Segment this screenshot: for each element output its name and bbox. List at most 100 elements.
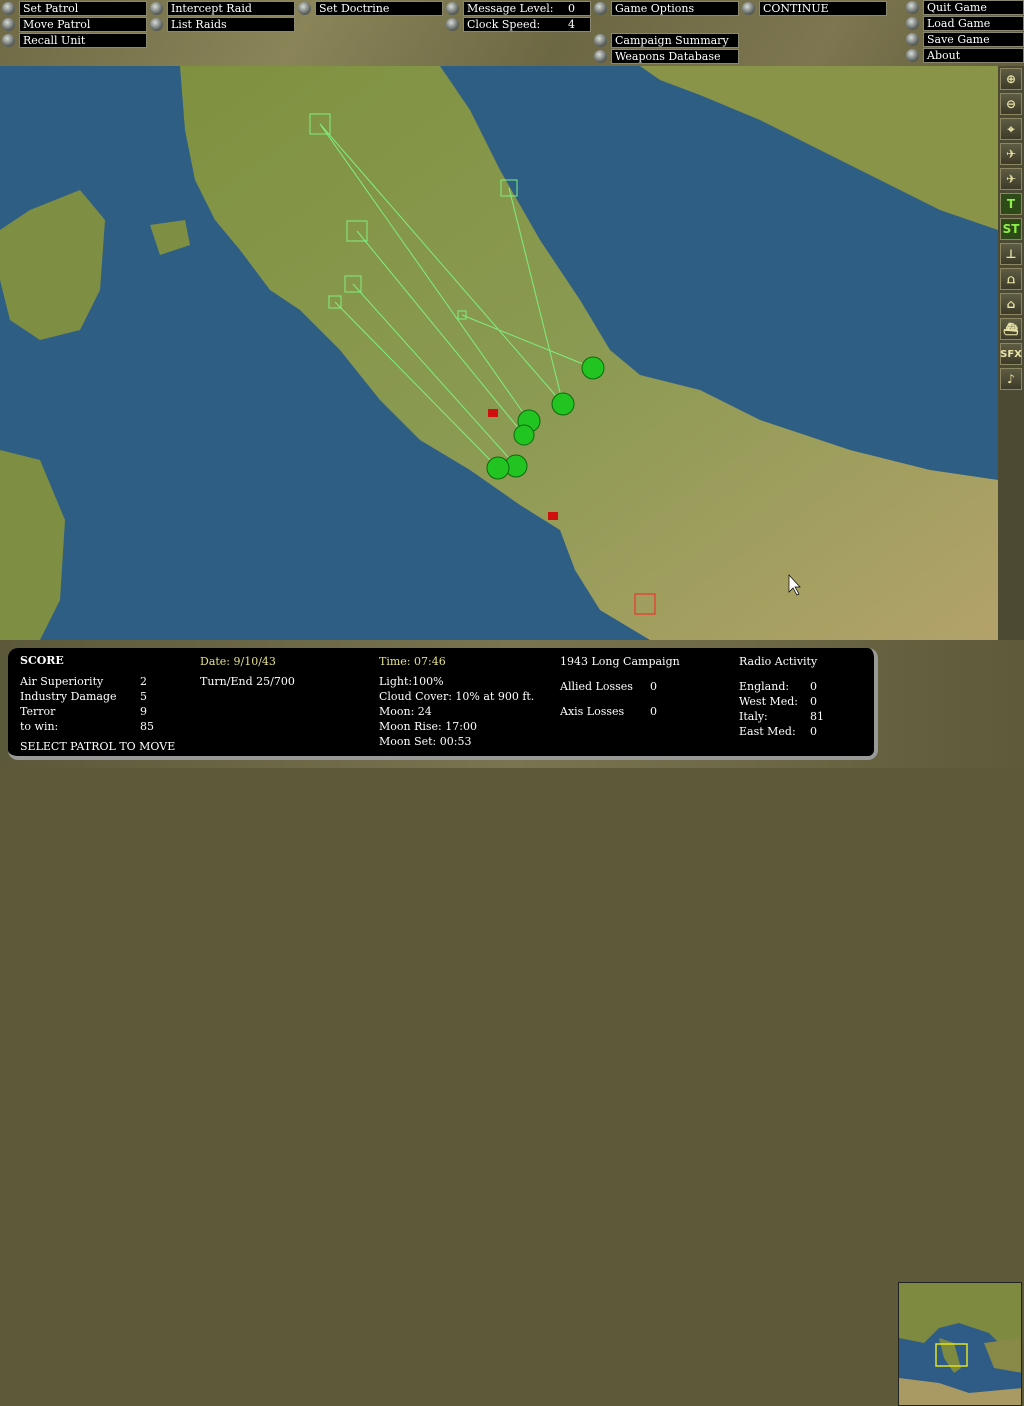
score-label: to win: — [20, 720, 59, 733]
music-icon[interactable]: ♪ — [1000, 368, 1022, 390]
button-knob-icon — [906, 1, 919, 14]
button-knob-icon — [298, 2, 311, 15]
ships-icon[interactable]: ⛴ — [1000, 318, 1022, 340]
load-game-button[interactable]: Load Game — [906, 16, 1024, 31]
radio-value: 0 — [810, 725, 817, 738]
zoom-in-icon[interactable]: ⊕ — [1000, 68, 1022, 90]
button-knob-icon — [2, 2, 15, 15]
flak-icon[interactable]: T — [1000, 193, 1022, 215]
info-panel: SCORE Air Superiority 2 Industry Damage … — [8, 648, 878, 760]
weapons-database-button[interactable]: Weapons Database — [594, 49, 739, 64]
game-options-button[interactable]: Game Options — [594, 1, 739, 16]
set-doctrine-label: Set Doctrine — [315, 1, 443, 16]
allied-losses-value: 0 — [650, 680, 657, 693]
st-toggle[interactable]: ST — [1000, 218, 1022, 240]
campaign-summary-label: Campaign Summary — [611, 33, 739, 48]
map-toolbar: ⊕ ⊖ ⌖ ✈ ✈ T ST ⊥ ⩍ ⌂ ⛴ SFX ♪ — [998, 66, 1024, 640]
turn-text: Turn/End 25/700 — [200, 675, 295, 688]
allied-losses-label: Allied Losses — [560, 680, 633, 693]
button-knob-icon — [906, 33, 919, 46]
score-value: 9 — [140, 705, 147, 718]
quit-game-label: Quit Game — [923, 0, 1024, 15]
time-text: Time: 07:46 — [379, 655, 446, 668]
intercept-raid-button[interactable]: Intercept Raid — [150, 1, 295, 16]
save-game-button[interactable]: Save Game — [906, 32, 1024, 47]
radio-activity-title: Radio Activity — [739, 655, 818, 668]
target-marker — [488, 409, 498, 417]
map-canvas — [0, 66, 998, 640]
moon-set-text: Moon Set: 00:53 — [379, 735, 472, 748]
button-knob-icon — [742, 2, 755, 15]
axis-losses-label: Axis Losses — [560, 705, 625, 718]
allied-aircraft-icon[interactable]: ✈ — [1000, 143, 1022, 165]
cloud-cover-text: Cloud Cover: 10% at 900 ft. — [379, 690, 535, 703]
clock-speed-button[interactable]: Clock Speed: 4 — [446, 17, 591, 32]
intercept-raid-label: Intercept Raid — [167, 1, 295, 16]
set-doctrine-button[interactable]: Set Doctrine — [298, 1, 443, 16]
radio-label: England: — [739, 680, 790, 693]
searchlight-icon[interactable]: ⩍ — [1000, 268, 1022, 290]
clock-speed-text: Clock Speed: — [467, 18, 541, 31]
theater-map[interactable] — [0, 66, 998, 640]
message-level-text: Message Level: — [467, 2, 554, 15]
list-raids-button[interactable]: List Raids — [150, 17, 295, 32]
axis-aircraft-icon[interactable]: ✈ — [1000, 168, 1022, 190]
score-label: Terror — [20, 705, 56, 718]
button-knob-icon — [446, 2, 459, 15]
score-value: 85 — [140, 720, 154, 733]
button-knob-icon — [594, 2, 607, 15]
radar-icon[interactable]: ⊥ — [1000, 243, 1022, 265]
button-knob-icon — [906, 17, 919, 30]
continue-label: CONTINUE — [759, 1, 887, 16]
game-options-label: Game Options — [611, 1, 739, 16]
button-knob-icon — [446, 18, 459, 31]
message-level-label: Message Level: 0 — [463, 1, 591, 16]
moon-rise-text: Moon Rise: 17:00 — [379, 720, 477, 733]
recall-unit-label: Recall Unit — [19, 33, 147, 48]
button-knob-icon — [594, 50, 607, 63]
weapons-database-label: Weapons Database — [611, 49, 739, 64]
score-value: 5 — [140, 690, 147, 703]
campaign-summary-button[interactable]: Campaign Summary — [594, 33, 739, 48]
zoom-out-icon[interactable]: ⊖ — [1000, 93, 1022, 115]
sfx-toggle[interactable]: SFX — [1000, 343, 1022, 365]
axis-losses-value: 0 — [650, 705, 657, 718]
message-level-value: 0 — [568, 2, 575, 15]
command-bar: Set Patrol Move Patrol Recall Unit Inter… — [0, 0, 1024, 66]
about-button[interactable]: About — [906, 48, 1024, 63]
radio-label: Italy: — [739, 710, 768, 723]
radio-value: 0 — [810, 695, 817, 708]
button-knob-icon — [150, 18, 163, 31]
minimap[interactable] — [898, 1282, 1022, 1406]
recall-unit-button[interactable]: Recall Unit — [2, 33, 147, 48]
save-game-label: Save Game — [923, 32, 1024, 47]
status-area: SCORE Air Superiority 2 Industry Damage … — [0, 640, 1024, 1406]
score-label: Industry Damage — [20, 690, 117, 703]
sardinia-south — [0, 450, 65, 640]
about-label: About — [923, 48, 1024, 63]
message-level-button[interactable]: Message Level: 0 — [446, 1, 591, 16]
list-raids-label: List Raids — [167, 17, 295, 32]
set-patrol-button[interactable]: Set Patrol — [2, 1, 147, 16]
elba-island — [150, 220, 190, 255]
move-patrol-button[interactable]: Move Patrol — [2, 17, 147, 32]
score-title: SCORE — [20, 654, 64, 667]
factory-icon[interactable]: ⌂ — [1000, 293, 1022, 315]
light-text: Light:100% — [379, 675, 444, 688]
load-game-label: Load Game — [923, 16, 1024, 31]
continue-button[interactable]: CONTINUE — [742, 1, 887, 16]
score-value: 2 — [140, 675, 147, 688]
button-knob-icon — [594, 34, 607, 47]
radio-value: 81 — [810, 710, 824, 723]
button-knob-icon — [2, 34, 15, 47]
moon-text: Moon: 24 — [379, 705, 432, 718]
date-text: Date: 9/10/43 — [200, 655, 276, 668]
quit-game-button[interactable]: Quit Game — [906, 0, 1024, 15]
balkan-landmass — [640, 66, 998, 230]
clock-speed-value: 4 — [568, 18, 575, 31]
move-patrol-label: Move Patrol — [19, 17, 147, 32]
radio-label: East Med: — [739, 725, 796, 738]
crosshair-icon[interactable]: ⌖ — [1000, 118, 1022, 140]
score-label: Air Superiority — [20, 675, 104, 688]
button-knob-icon — [150, 2, 163, 15]
